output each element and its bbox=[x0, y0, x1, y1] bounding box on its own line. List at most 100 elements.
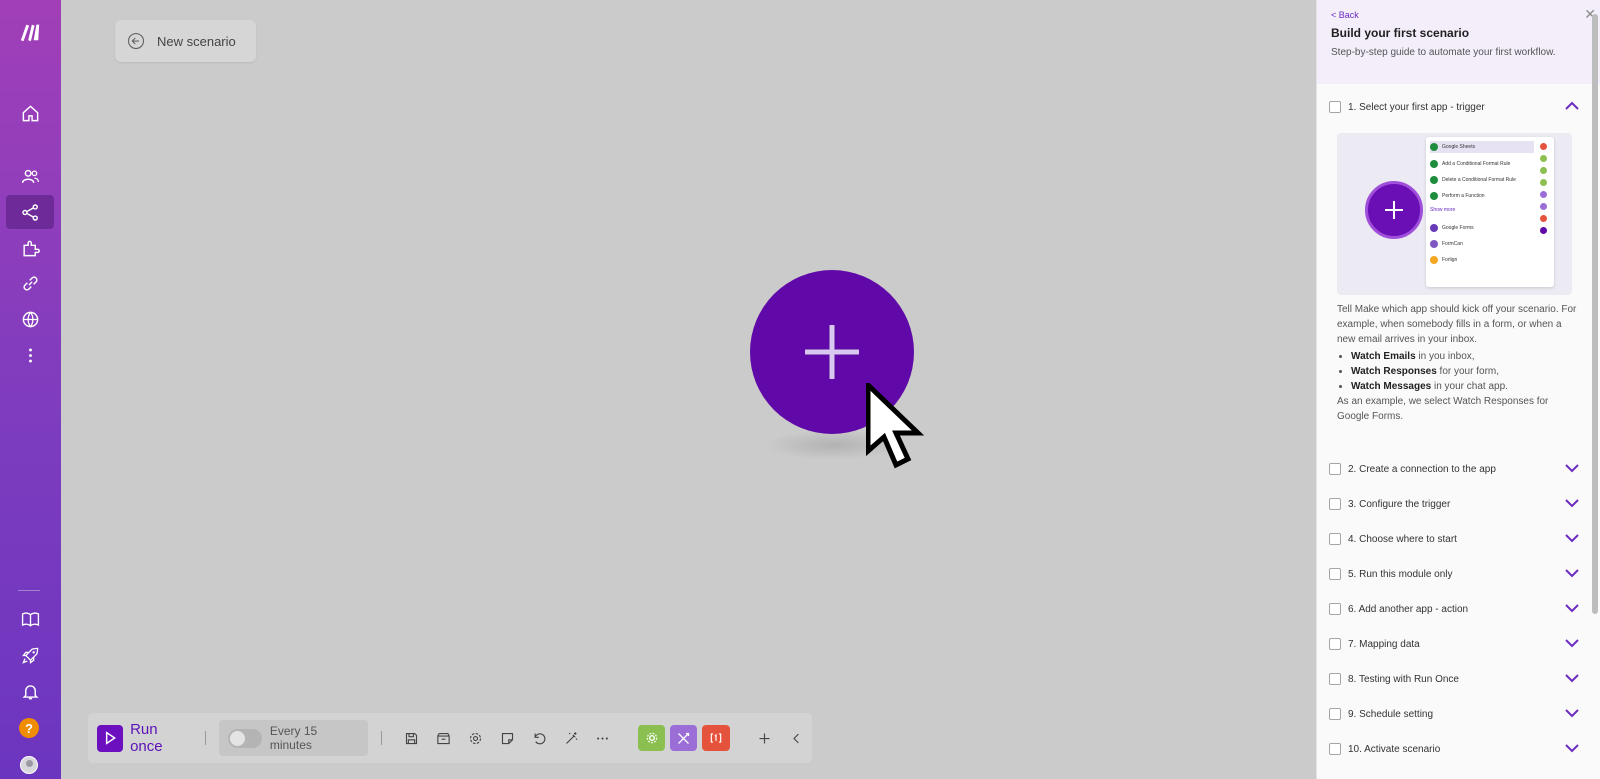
save-icon[interactable] bbox=[395, 722, 427, 755]
chevron-down-icon[interactable] bbox=[1565, 673, 1579, 683]
settings-icon[interactable] bbox=[459, 722, 491, 755]
text-parser-icon bbox=[710, 733, 722, 743]
guide-step-7[interactable]: 7. Mapping data bbox=[1329, 634, 1579, 654]
apps-icon[interactable] bbox=[6, 231, 54, 265]
illustration-dot bbox=[1540, 191, 1547, 198]
guide-step-5[interactable]: 5. Run this module only bbox=[1329, 564, 1579, 584]
docs-icon[interactable] bbox=[6, 602, 54, 636]
guide-illustration: Google Sheets Add a Conditional Format R… bbox=[1337, 133, 1572, 295]
rocket-icon[interactable] bbox=[6, 638, 54, 672]
illustration-row: Forlign bbox=[1430, 255, 1457, 265]
help-icon[interactable]: ? bbox=[19, 718, 39, 738]
blueprint-icon[interactable] bbox=[427, 722, 459, 755]
example-item-bold: Watch Responses bbox=[1351, 366, 1437, 377]
example-list: Watch Emails in you inbox, Watch Respons… bbox=[1351, 349, 1577, 394]
run-once-button[interactable]: Run once bbox=[97, 721, 192, 755]
sidebar-divider bbox=[18, 590, 40, 591]
example-item-bold: Watch Messages bbox=[1351, 381, 1432, 392]
step-label: 2. Create a connection to the app bbox=[1348, 463, 1496, 475]
illustration-dot bbox=[1540, 155, 1547, 162]
add-icon[interactable] bbox=[748, 722, 780, 755]
guide-step-4[interactable]: 4. Choose where to start bbox=[1329, 529, 1579, 549]
step-checkbox[interactable] bbox=[1329, 673, 1341, 685]
illustration-dot bbox=[1540, 203, 1547, 210]
chevron-up-icon[interactable] bbox=[1565, 101, 1579, 111]
toolbar-divider bbox=[381, 731, 383, 745]
example-item: Watch Messages in your chat app. bbox=[1351, 379, 1577, 394]
flow-control-module-button[interactable] bbox=[670, 725, 698, 751]
scheduling-toggle[interactable] bbox=[228, 728, 262, 748]
step-checkbox[interactable] bbox=[1329, 533, 1341, 545]
more-options-icon[interactable] bbox=[587, 722, 619, 755]
home-icon[interactable] bbox=[6, 96, 54, 130]
guide-step-2[interactable]: 2. Create a connection to the app bbox=[1329, 459, 1579, 479]
step-checkbox[interactable] bbox=[1329, 463, 1341, 475]
text-parser-module-button[interactable] bbox=[702, 725, 730, 751]
team-icon[interactable] bbox=[6, 159, 54, 193]
connections-icon[interactable] bbox=[6, 266, 54, 300]
step-checkbox[interactable] bbox=[1329, 638, 1341, 650]
panel-scrollbar[interactable] bbox=[1592, 14, 1598, 614]
illustration-plus-button bbox=[1365, 181, 1423, 239]
illustration-row-label: Google Sheets bbox=[1442, 144, 1476, 150]
illustration-row-label: Show more bbox=[1430, 207, 1456, 213]
gear-icon bbox=[646, 732, 658, 744]
undo-icon[interactable] bbox=[523, 722, 555, 755]
chevron-down-icon[interactable] bbox=[1565, 743, 1579, 753]
avatar[interactable] bbox=[20, 756, 38, 774]
schedule-label[interactable]: Every 15 minutes bbox=[270, 724, 360, 752]
illustration-app-list: Google Sheets Add a Conditional Format R… bbox=[1426, 137, 1554, 287]
magic-wand-icon[interactable] bbox=[555, 722, 587, 755]
description-text: Tell Make which app should kick off your… bbox=[1337, 304, 1577, 345]
back-arrow-icon[interactable] bbox=[127, 32, 145, 50]
step-checkbox[interactable] bbox=[1329, 603, 1341, 615]
chevron-down-icon[interactable] bbox=[1565, 463, 1579, 473]
chevron-down-icon[interactable] bbox=[1565, 708, 1579, 718]
illustration-row: Add a Conditional Format Rule bbox=[1430, 159, 1510, 169]
chevron-down-icon[interactable] bbox=[1565, 638, 1579, 648]
guide-back-link[interactable]: < Back bbox=[1331, 10, 1586, 20]
illustration-row: Delete a Conditional Format Rule bbox=[1430, 175, 1516, 185]
scenarios-icon[interactable] bbox=[6, 195, 54, 229]
scenario-canvas[interactable]: New scenario Run once Every 15 minutes bbox=[61, 0, 1316, 779]
scenario-name[interactable]: New scenario bbox=[157, 34, 236, 49]
step-checkbox[interactable] bbox=[1329, 498, 1341, 510]
chevron-down-icon[interactable] bbox=[1565, 603, 1579, 613]
make-logo-icon[interactable] bbox=[6, 15, 54, 49]
illustration-row-label: Forlign bbox=[1442, 257, 1458, 263]
more-icon[interactable] bbox=[6, 338, 54, 372]
step-checkbox[interactable] bbox=[1329, 708, 1341, 720]
mouse-cursor-icon bbox=[866, 383, 925, 469]
flow-control-icon bbox=[678, 732, 690, 744]
plus-icon bbox=[805, 325, 859, 379]
collapse-chevron-icon[interactable] bbox=[780, 722, 812, 755]
step-checkbox[interactable] bbox=[1329, 568, 1341, 580]
chevron-down-icon[interactable] bbox=[1565, 498, 1579, 508]
guide-step-3[interactable]: 3. Configure the trigger bbox=[1329, 494, 1579, 514]
step-checkbox[interactable] bbox=[1329, 743, 1341, 755]
chevron-down-icon[interactable] bbox=[1565, 568, 1579, 578]
toolbar-divider bbox=[205, 731, 207, 745]
illustration-row-label: Perform a Function bbox=[1442, 193, 1485, 199]
illustration-row-label: FormCan bbox=[1442, 241, 1463, 247]
guide-step-8[interactable]: 8. Testing with Run Once bbox=[1329, 669, 1579, 689]
guide-step-9[interactable]: 9. Schedule setting bbox=[1329, 704, 1579, 724]
bell-icon[interactable] bbox=[6, 674, 54, 708]
guide-step-6[interactable]: 6. Add another app - action bbox=[1329, 599, 1579, 619]
webhooks-icon[interactable] bbox=[6, 302, 54, 336]
scenario-toolbar: Run once Every 15 minutes bbox=[88, 713, 812, 763]
illustration-dot bbox=[1540, 215, 1547, 222]
guide-subtitle: Step-by-step guide to automate your firs… bbox=[1331, 47, 1556, 58]
schedule-control[interactable]: Every 15 minutes bbox=[219, 720, 369, 756]
step-label: 9. Schedule setting bbox=[1348, 708, 1434, 720]
example-item-bold: Watch Emails bbox=[1351, 351, 1416, 362]
step-checkbox[interactable] bbox=[1329, 101, 1341, 113]
guide-step-1[interactable]: 1. Select your first app - trigger bbox=[1329, 97, 1579, 117]
chevron-down-icon[interactable] bbox=[1565, 533, 1579, 543]
guide-step-10[interactable]: 10. Activate scenario bbox=[1329, 739, 1579, 759]
notes-icon[interactable] bbox=[491, 722, 523, 755]
tools-module-button[interactable] bbox=[638, 725, 666, 751]
step-label: 8. Testing with Run Once bbox=[1348, 673, 1459, 685]
scenario-title-pill[interactable]: New scenario bbox=[115, 20, 256, 62]
onboarding-guide-panel: < Back Build your first scenario Step-by… bbox=[1316, 0, 1600, 779]
